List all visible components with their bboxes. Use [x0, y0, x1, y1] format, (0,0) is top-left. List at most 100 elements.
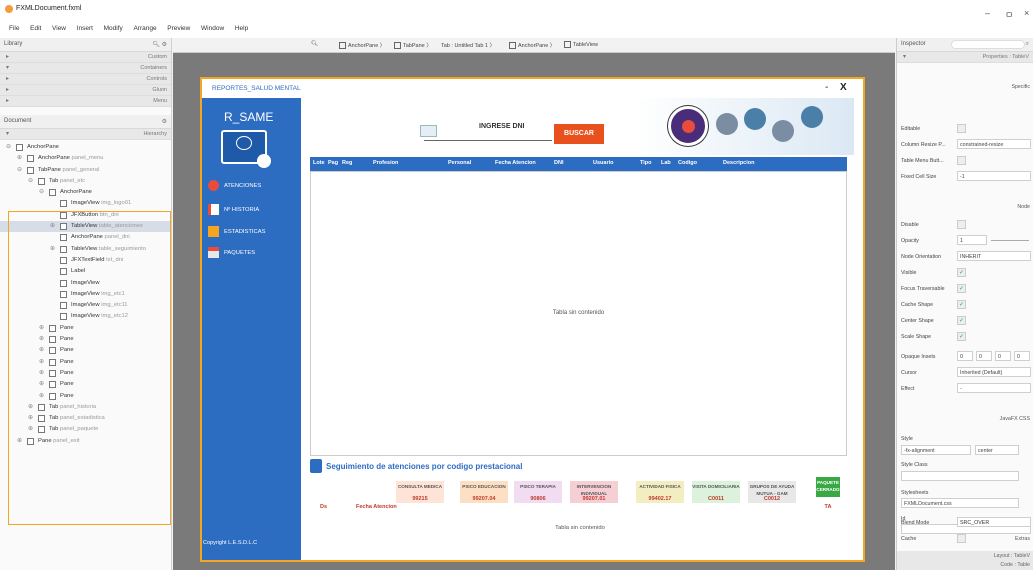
disable-checkbox[interactable]: [957, 220, 966, 229]
style-class-input[interactable]: [901, 471, 1019, 481]
editable-checkbox[interactable]: [957, 124, 966, 133]
prop-label: Scale Shape: [901, 334, 932, 340]
menu-file[interactable]: File: [9, 25, 19, 32]
menu-button-checkbox[interactable]: [957, 156, 966, 165]
dni-input-line[interactable]: [424, 140, 552, 141]
nav-estadisticas[interactable]: ESTADISTICAS: [208, 226, 298, 240]
library-header: Library 🔍︎ ⚙: [0, 38, 171, 52]
column-header[interactable]: Fecha Atencion: [495, 160, 536, 166]
column-header[interactable]: Profesion: [373, 160, 398, 166]
menu-view[interactable]: View: [52, 25, 66, 32]
inset-bottom[interactable]: 0: [995, 351, 1011, 361]
opacity-slider[interactable]: [991, 240, 1029, 241]
search-icon[interactable]: 🔍︎: [311, 41, 318, 47]
expand-toggle-icon[interactable]: ⊖: [39, 188, 44, 195]
tree-row[interactable]: ⊖ Tab panel_etc: [0, 176, 171, 187]
menu-edit[interactable]: Edit: [30, 25, 41, 32]
seg-column-label: CONSULTA MEDICA: [397, 484, 443, 489]
library-section-containers[interactable]: ▾ Containers: [0, 63, 171, 74]
expand-toggle-icon[interactable]: ⊕: [17, 154, 22, 161]
app-title-bar: REPORTES_SALUD MENTAL - X: [202, 79, 863, 98]
maximize-button[interactable]: ㅁ: [1005, 8, 1013, 21]
seg-column-header[interactable]: PAQUETE CERRADO: [816, 477, 840, 497]
column-header[interactable]: Lab: [661, 160, 671, 166]
cache-checkbox[interactable]: [957, 534, 966, 543]
center-shape-checkbox[interactable]: ✓: [957, 316, 966, 325]
nav-paquetes[interactable]: PAQUETES: [208, 247, 298, 261]
inset-left[interactable]: 0: [1014, 351, 1030, 361]
column-header[interactable]: Personal: [448, 160, 471, 166]
column-header[interactable]: Codigo: [678, 160, 697, 166]
menu-modify[interactable]: Modify: [104, 25, 123, 32]
column-header[interactable]: Pag: [328, 160, 338, 166]
tree-row[interactable]: ⊕ AnchorPane panel_menu: [0, 153, 171, 164]
opacity-input[interactable]: 1: [957, 235, 987, 245]
prop-label: Editable: [901, 126, 921, 132]
menu-insert[interactable]: Insert: [77, 25, 93, 32]
gear-icon[interactable]: ⚙: [162, 118, 167, 125]
breadcrumb-item-1[interactable]: TabPane 〉: [394, 41, 432, 50]
seguimiento-table[interactable]: Ds Fecha Atencion CONSULTA MEDICA 99215 PSIC…: [312, 477, 852, 516]
breadcrumb-item-2[interactable]: Tab : Untitled Tab 1 〉: [441, 41, 495, 49]
search-button[interactable]: BUSCAR: [554, 124, 604, 144]
row-cursor: Cursor Inherited (Default): [897, 366, 1033, 380]
style-value-input[interactable]: center: [975, 445, 1019, 455]
column-header[interactable]: Lote: [313, 160, 325, 166]
column-header[interactable]: Reg: [342, 160, 352, 166]
code-section[interactable]: Code : Table: [897, 561, 1033, 570]
visible-checkbox[interactable]: ✓: [957, 268, 966, 277]
close-button[interactable]: ×: [1024, 8, 1029, 18]
expand-toggle-icon[interactable]: ⊖: [17, 166, 22, 173]
expand-toggle-icon[interactable]: ⊖: [6, 143, 11, 150]
menu-preview[interactable]: Preview: [167, 25, 190, 32]
app-minimize-button[interactable]: -: [825, 82, 828, 93]
cache-shape-checkbox[interactable]: ✓: [957, 300, 966, 309]
inspector-search-input[interactable]: [951, 40, 1025, 49]
tree-row[interactable]: ⊖ AnchorPane: [0, 142, 171, 153]
library-section-gluon[interactable]: ▸ Gluon: [0, 85, 171, 96]
cursor-select[interactable]: Inherited (Default): [957, 367, 1031, 377]
minimize-button[interactable]: –: [985, 8, 990, 18]
column-header[interactable]: Descripcion: [723, 160, 754, 166]
properties-section[interactable]: ▾ Properties : TableV: [897, 52, 1033, 63]
row-center-shape: Center Shape ✓: [897, 314, 1033, 328]
inset-top[interactable]: 0: [957, 351, 973, 361]
menu-arrange[interactable]: Arrange: [133, 25, 156, 32]
column-header[interactable]: Tipo: [640, 160, 652, 166]
seg-column-label: INTERVENCION INDIVIDUAL: [576, 484, 612, 496]
menu-help[interactable]: Help: [235, 25, 248, 32]
menu-window[interactable]: Window: [201, 25, 224, 32]
column-header[interactable]: Usuario: [593, 160, 613, 166]
search-icon[interactable]: 🔍︎ ⚙: [152, 41, 167, 48]
breadcrumb-item-3[interactable]: AnchorPane 〉: [509, 41, 555, 50]
column-resize-select[interactable]: constrained-resize: [957, 139, 1031, 149]
prop-label: Column Resize P...: [901, 142, 946, 148]
node-name: AnchorPane: [27, 144, 59, 150]
stylesheet-input[interactable]: FXMLDocument.css: [901, 498, 1019, 508]
nav-atenciones[interactable]: ATENCIONES: [208, 180, 298, 194]
app-close-button[interactable]: X: [840, 82, 847, 93]
hierarchy-section[interactable]: ▾ Hierarchy: [0, 129, 171, 140]
breadcrumb-item-0[interactable]: AnchorPane 〉: [339, 41, 385, 50]
node-orientation-select[interactable]: INHERIT: [957, 251, 1031, 261]
atenciones-table[interactable]: Tabla sin contenido: [310, 171, 847, 456]
library-section-custom[interactable]: ▸ Custom: [0, 52, 171, 63]
effect-select[interactable]: -: [957, 383, 1031, 393]
layout-section[interactable]: Layout : TableV: [897, 551, 1033, 561]
breadcrumb-item-4[interactable]: TableView: [564, 41, 598, 48]
style-key-input[interactable]: -fx-alignment: [901, 445, 971, 455]
fixed-cell-input[interactable]: -1: [957, 171, 1031, 181]
library-section-controls[interactable]: ▸ Controls: [0, 74, 171, 85]
column-header[interactable]: DNI: [554, 160, 563, 166]
expand-toggle-icon[interactable]: ⊖: [28, 177, 33, 184]
tree-row[interactable]: ImageView img_logo01: [0, 198, 171, 209]
row-scale-shape: Scale Shape ✓: [897, 330, 1033, 344]
tree-row[interactable]: ⊖ AnchorPane: [0, 187, 171, 198]
inset-right[interactable]: 0: [976, 351, 992, 361]
focus-checkbox[interactable]: ✓: [957, 284, 966, 293]
tree-row[interactable]: ⊖ TabPane panel_general: [0, 165, 171, 176]
scale-shape-checkbox[interactable]: ✓: [957, 332, 966, 341]
library-section-menu[interactable]: ▸ Menu: [0, 96, 171, 107]
blend-mode-select[interactable]: SRC_OVER: [957, 517, 1031, 527]
nav-historia[interactable]: Nº HISTORIA: [208, 204, 298, 218]
